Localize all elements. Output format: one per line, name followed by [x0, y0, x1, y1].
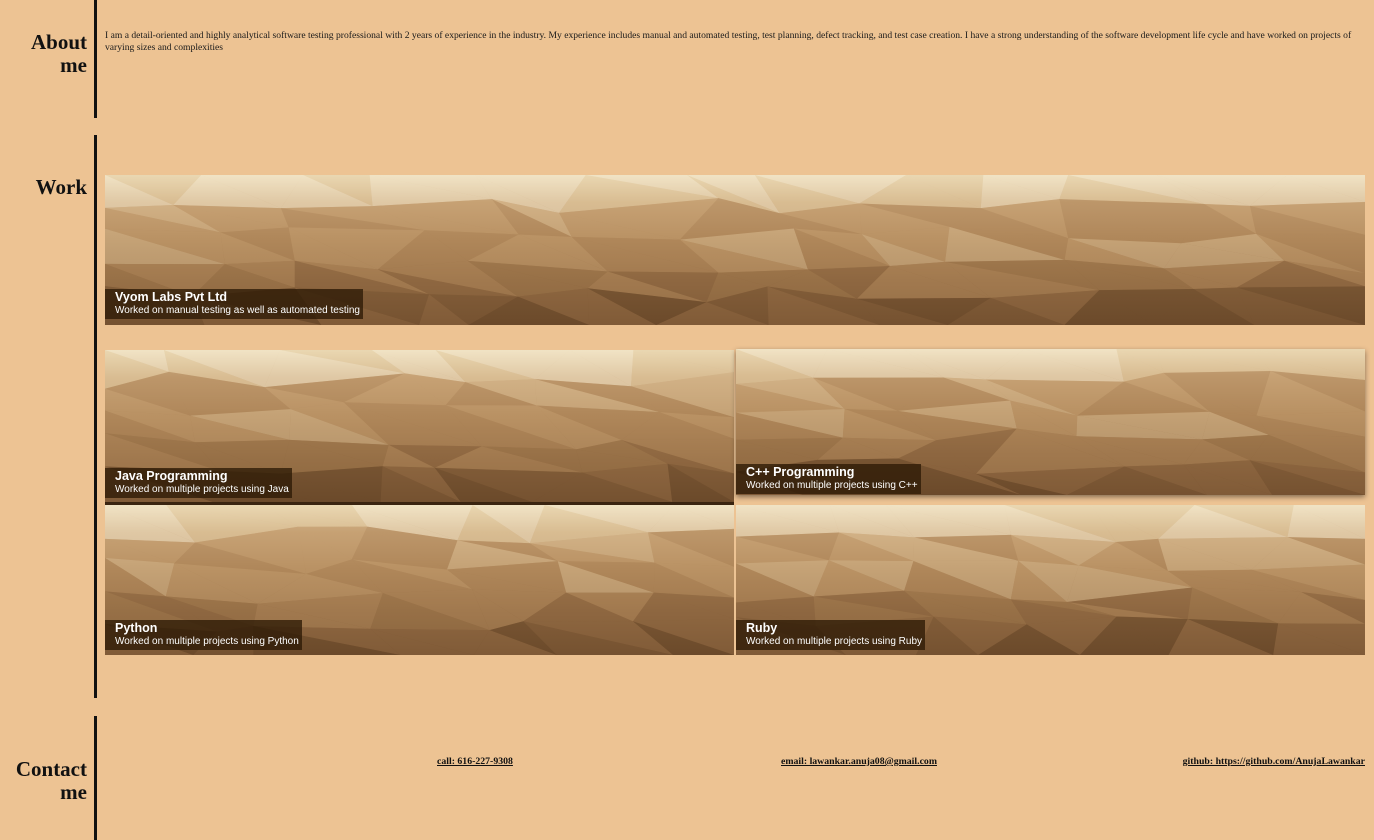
work-divider	[94, 135, 97, 698]
about-divider	[94, 0, 97, 118]
about-heading: About me	[30, 30, 87, 77]
about-section: About me I am a detail-oriented and high…	[0, 0, 1374, 118]
about-text: I am a detail-oriented and highly analyt…	[105, 30, 1352, 53]
work-section: Work Vyom Labs Pvt Ltd Worked on manual …	[0, 135, 1374, 698]
work-card-subtitle: Worked on manual testing as well as auto…	[115, 305, 360, 316]
work-card-caption: C++ Programming Worked on multiple proje…	[736, 464, 921, 494]
work-card-ruby[interactable]: Ruby Worked on multiple projects using R…	[736, 505, 1365, 655]
work-heading: Work	[35, 175, 87, 199]
work-card-subtitle: Worked on multiple projects using Java	[115, 484, 289, 495]
call-link[interactable]: call: 616-227-9308	[437, 756, 513, 767]
github-link[interactable]: github: https://github.com/AnujaLawankar	[1183, 756, 1365, 767]
contact-heading: Contact me	[15, 757, 87, 804]
work-card-python[interactable]: Python Worked on multiple projects using…	[105, 505, 734, 655]
work-card-java[interactable]: Java Programming Worked on multiple proj…	[105, 350, 734, 505]
work-card-vyom-labs[interactable]: Vyom Labs Pvt Ltd Worked on manual testi…	[105, 175, 1365, 325]
work-card-subtitle: Worked on multiple projects using C++	[746, 480, 918, 491]
contact-section: Contact me call: 616-227-9308 email: law…	[0, 716, 1374, 840]
work-card-title: Ruby	[746, 621, 778, 635]
work-card-subtitle: Worked on multiple projects using Ruby	[746, 636, 923, 647]
work-card-subtitle: Worked on multiple projects using Python	[115, 636, 299, 647]
work-card-cpp[interactable]: C++ Programming Worked on multiple proje…	[736, 349, 1365, 495]
work-card-title: C++ Programming	[746, 465, 855, 479]
work-card-caption: Java Programming Worked on multiple proj…	[105, 468, 292, 498]
work-card-title: Java Programming	[115, 469, 228, 483]
work-card-caption: Ruby Worked on multiple projects using R…	[736, 620, 926, 650]
work-card-title: Python	[115, 621, 158, 635]
contact-divider	[94, 716, 97, 840]
work-card-caption: Python Worked on multiple projects using…	[105, 620, 302, 650]
work-card-caption: Vyom Labs Pvt Ltd Worked on manual testi…	[105, 289, 363, 319]
email-link[interactable]: email: lawankar.anuja08@gmail.com	[781, 756, 937, 767]
work-card-title: Vyom Labs Pvt Ltd	[115, 290, 228, 304]
